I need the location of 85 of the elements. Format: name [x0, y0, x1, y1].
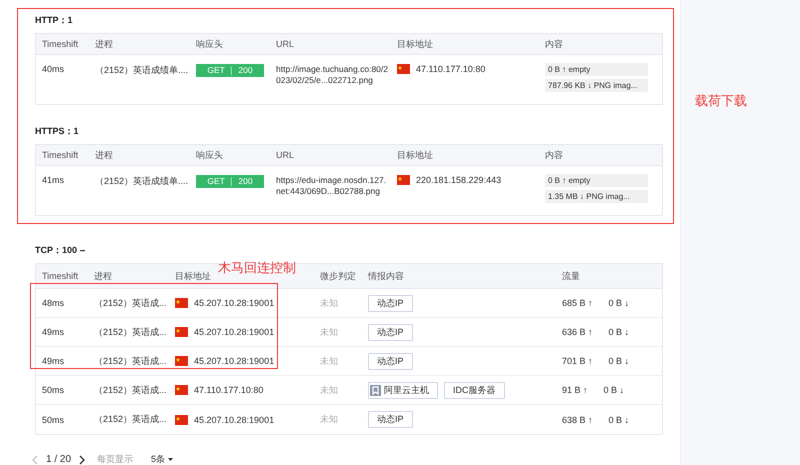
table-cell: 47.110.177.10:80 — [194, 385, 264, 395]
column-header: Timeshift — [42, 150, 80, 160]
intel-tag: 阿里云主机 — [368, 382, 438, 398]
table-cell-text: 50ms — [42, 385, 66, 395]
table-cell: 0 B ↓ — [608, 327, 630, 337]
column-header: 微步判定 — [320, 270, 357, 282]
intel-tag: 动态IP — [368, 294, 413, 312]
section-title: TCP：100 — [35, 244, 78, 256]
table-cell: 220.181.158.229:443 — [416, 175, 502, 185]
content-chip: 0 B ↑ empty — [545, 174, 648, 187]
flag-icon — [397, 64, 410, 74]
page-indicator: 1 / 20 — [46, 454, 72, 465]
column-header: 情报内容 — [368, 270, 405, 282]
column-header: 目标地址 — [397, 148, 434, 162]
page-size-select[interactable]: 5条 — [151, 453, 174, 465]
table-cell: 47.110.177.10:80 — [416, 64, 486, 74]
table-cell-text: 未知 — [320, 296, 339, 310]
table-cell-text: （2152）英语成绩单.... — [95, 175, 190, 188]
table-cell-text: 未知 — [320, 413, 339, 426]
table-cell: 0 B ↓ — [608, 298, 630, 308]
table-cell-text: （2152）英语成... — [94, 326, 168, 338]
cloud-host-icon — [370, 384, 381, 396]
column-header: 响应头 — [196, 38, 224, 50]
table-cell-text: 未知 — [320, 326, 339, 338]
intel-tag: 动态IP — [368, 411, 413, 428]
content-chip: 787.96 KB ↓ PNG imag... — [545, 79, 648, 92]
intel-tag: 动态IP — [368, 324, 413, 340]
table-cell-text: 未知 — [320, 354, 339, 368]
column-header: 目标地址 — [397, 38, 434, 50]
table-cell-text: 41ms — [42, 175, 66, 187]
column-header: URL — [276, 150, 296, 160]
table-cell: 0 B ↓ — [608, 414, 630, 424]
table-cell-text: 50ms — [42, 414, 66, 424]
column-header: 进程 — [94, 270, 113, 282]
annotation-label: 木马回连控制 — [218, 259, 296, 277]
content-chip: 1.35 MB ↓ PNG imag... — [545, 190, 648, 203]
column-header: 目标地址 — [175, 270, 212, 282]
flag-icon — [175, 385, 188, 395]
table-cell: 636 B ↑ — [562, 327, 593, 337]
table-cell-text: 48ms — [42, 298, 66, 308]
table-cell: 45.207.10.28:19001 — [194, 327, 274, 337]
table-cell: 91 B ↑ — [562, 385, 588, 395]
intel-tag: IDC服务器 — [444, 382, 504, 398]
table-cell-text: 49ms — [42, 356, 66, 366]
table-cell: 701 B ↑ — [562, 356, 593, 366]
table-cell-text: （2152）英语成... — [94, 384, 168, 396]
page-size-label: 每页显示 — [97, 453, 134, 465]
table-cell-text: http://image.tuchuang.co:80/2023/02/25/e...022712.png — [276, 64, 388, 87]
column-header: 进程 — [95, 38, 114, 50]
flag-icon — [175, 356, 188, 366]
table-cell-text: 49ms — [42, 327, 66, 337]
table-cell-text: https://edu-image.nosdn.127.net:443/069D...B02788.png — [276, 175, 388, 198]
annotation-label: 载荷下载 — [695, 92, 747, 110]
status-badge: GET ｜ 200 — [196, 64, 264, 77]
flag-icon — [397, 175, 410, 185]
table-cell: 685 B ↑ — [562, 298, 593, 308]
status-badge: GET ｜ 200 — [196, 175, 264, 188]
column-header: Timeshift — [42, 271, 80, 281]
intel-tag: 动态IP — [368, 352, 413, 370]
column-header: Timeshift — [42, 39, 80, 49]
table-cell-text: （2152）英语成... — [94, 296, 168, 310]
table-cell: 0 B ↓ — [608, 356, 630, 366]
table-cell-text: （2152）英语成... — [94, 413, 168, 426]
table-cell-text: 40ms — [42, 64, 66, 76]
flag-icon — [175, 298, 188, 308]
table-cell-text: （2152）英语成绩单.... — [95, 64, 190, 77]
table-cell: 0 B ↓ — [604, 385, 624, 395]
table-cell-text: （2152）英语成... — [94, 354, 168, 368]
column-header: 内容 — [545, 38, 564, 50]
flag-icon — [175, 327, 188, 337]
section-title: HTTPS：1 — [35, 125, 80, 137]
column-header: 进程 — [95, 148, 114, 162]
table-cell: 45.207.10.28:19001 — [194, 414, 274, 424]
column-header: 流量 — [562, 270, 581, 282]
table-cell: 45.207.10.28:19001 — [194, 298, 274, 308]
column-header: URL — [276, 39, 296, 49]
next-page-icon[interactable] — [79, 454, 86, 464]
table-cell-text: 未知 — [320, 384, 339, 396]
column-header: 内容 — [545, 148, 564, 162]
table-cell: 45.207.10.28:19001 — [194, 356, 274, 366]
content-chip: 0 B ↑ empty — [545, 63, 648, 76]
table-cell: 638 B ↑ — [562, 414, 593, 424]
column-header: 响应头 — [196, 148, 224, 162]
flag-icon — [175, 414, 188, 424]
section-title: HTTP：1 — [35, 14, 74, 26]
